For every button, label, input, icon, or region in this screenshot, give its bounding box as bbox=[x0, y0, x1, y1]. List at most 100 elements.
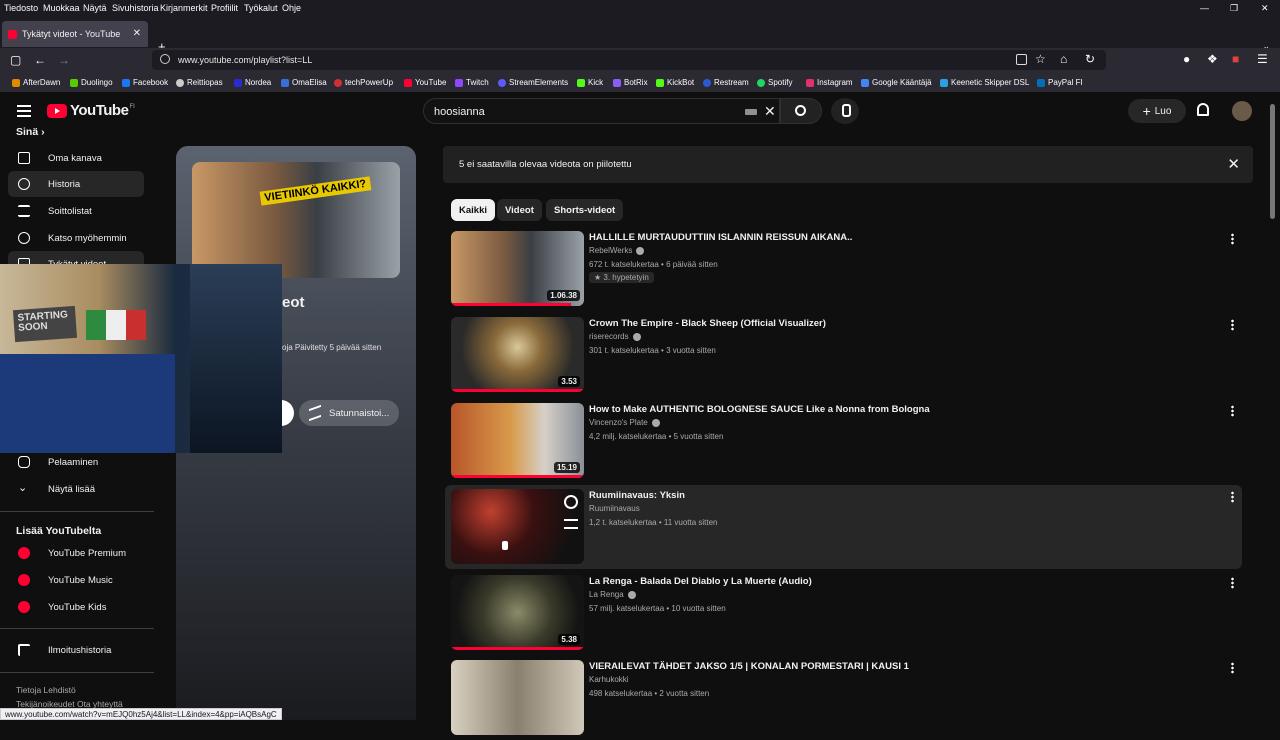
menu-tools[interactable]: Työkalut bbox=[244, 3, 278, 13]
video-row[interactable]: 3.53 Crown The Empire - Black Sheep (Off… bbox=[445, 313, 1242, 397]
back-icon[interactable]: ← bbox=[34, 53, 46, 67]
bookmark-restream[interactable]: Restream bbox=[703, 78, 749, 87]
bookmark-kick[interactable]: Kick bbox=[577, 78, 603, 87]
video-channel[interactable]: RebelWerks bbox=[589, 246, 645, 255]
video-channel[interactable]: Ruumiinavaus bbox=[589, 504, 640, 513]
sidebar-item-show-more[interactable]: ⌄ Näytä lisää bbox=[8, 476, 144, 502]
video-thumbnail[interactable]: 3.53 bbox=[451, 317, 584, 392]
video-row[interactable]: 15.19 How to Make AUTHENTIC BOLOGNESE SA… bbox=[445, 399, 1242, 483]
bookmark-omaelisa[interactable]: OmaElisa bbox=[281, 78, 327, 87]
video-channel[interactable]: Karhukokki bbox=[589, 675, 629, 684]
menu-profiles[interactable]: Profiilit bbox=[211, 3, 238, 13]
reader-view-icon[interactable] bbox=[1016, 54, 1027, 65]
sidebar-toggle-icon[interactable]: ▢ bbox=[10, 53, 21, 67]
more-actions-icon[interactable] bbox=[1231, 662, 1234, 674]
bookmark-star-icon[interactable]: ☆ bbox=[1035, 52, 1046, 66]
bookmark-facebook[interactable]: Facebook bbox=[122, 78, 168, 87]
video-thumbnail[interactable]: 5.38 bbox=[451, 575, 584, 650]
bookmark-twitch[interactable]: Twitch bbox=[455, 78, 489, 87]
search-button[interactable] bbox=[780, 98, 822, 124]
add-to-queue-icon[interactable] bbox=[564, 519, 578, 529]
bookmark-paypal[interactable]: PayPal FI bbox=[1037, 78, 1083, 87]
reload-icon[interactable]: ↻ bbox=[1085, 52, 1095, 66]
account-icon[interactable]: ● bbox=[1183, 52, 1190, 66]
bookmark-kickbot[interactable]: KickBot bbox=[656, 78, 694, 87]
sidebar-item-history[interactable]: Historia bbox=[8, 171, 144, 197]
bookmark-nordea[interactable]: Nordea bbox=[234, 78, 271, 87]
video-row[interactable]: VIERAILEVAT TÄHDET JAKSO 1/5 | KONALAN P… bbox=[445, 656, 1242, 740]
more-actions-icon[interactable] bbox=[1231, 233, 1234, 245]
video-row[interactable]: 1.06.38 HALLILLE MURTAUDUTTIIN ISLANNIN … bbox=[445, 227, 1242, 311]
voice-search-icon[interactable] bbox=[831, 98, 859, 124]
menu-bookmarks[interactable]: Kirjanmerkit bbox=[160, 3, 208, 13]
menu-view[interactable]: Näytä bbox=[83, 3, 107, 13]
hamburger-menu-icon[interactable] bbox=[17, 105, 31, 117]
video-title[interactable]: How to Make AUTHENTIC BOLOGNESE SAUCE Li… bbox=[589, 404, 930, 415]
video-title[interactable]: Ruumiinavaus: Yksin bbox=[589, 490, 685, 501]
chip-all[interactable]: Kaikki bbox=[451, 199, 495, 221]
bookmark-afterdawn[interactable]: AfterDawn bbox=[12, 78, 60, 87]
menu-edit[interactable]: Muokkaa bbox=[43, 3, 80, 13]
video-channel[interactable]: La Renga bbox=[589, 590, 636, 599]
search-box[interactable]: hoosianna ✕ bbox=[423, 98, 780, 124]
notifications-bell-icon[interactable] bbox=[1197, 103, 1209, 116]
playlist-thumbnail[interactable]: VIETIINKÖ KAIKKI? bbox=[192, 162, 400, 278]
video-title[interactable]: VIERAILEVAT TÄHDET JAKSO 1/5 | KONALAN P… bbox=[589, 661, 909, 672]
bookmark-reittiopas[interactable]: Reittiopas bbox=[176, 78, 223, 87]
video-row[interactable]: 5.38 La Renga - Balada Del Diablo y La M… bbox=[445, 571, 1242, 655]
restore-icon[interactable]: ❐ bbox=[1230, 3, 1238, 14]
sidebar-item-own-channel[interactable]: Oma kanava bbox=[8, 145, 144, 171]
menu-history[interactable]: Sivuhistoria bbox=[112, 3, 159, 13]
site-info-icon[interactable] bbox=[160, 54, 170, 64]
bookmark-techpowerup[interactable]: techPowerUp bbox=[334, 78, 393, 87]
video-title[interactable]: HALLILLE MURTAUDUTTIIN ISLANNIN REISSUN … bbox=[589, 232, 852, 243]
youtube-logo[interactable]: YouTube FI bbox=[47, 102, 135, 119]
address-field[interactable]: www.youtube.com/playlist?list=LL bbox=[152, 50, 1106, 70]
forward-icon[interactable]: → bbox=[58, 53, 70, 67]
tab-close-icon[interactable]: ✕ bbox=[133, 28, 141, 39]
bookmark-youtube[interactable]: YouTube bbox=[404, 78, 446, 87]
more-actions-icon[interactable] bbox=[1231, 577, 1234, 589]
video-channel[interactable]: riserecords bbox=[589, 332, 641, 341]
more-actions-icon[interactable] bbox=[1231, 405, 1234, 417]
close-banner-icon[interactable]: ✕ bbox=[1227, 155, 1240, 173]
keyboard-icon[interactable] bbox=[745, 109, 757, 115]
chip-shorts[interactable]: Shorts-videot bbox=[546, 199, 624, 221]
footer-links-1[interactable]: Tietoja Lehdistö bbox=[16, 685, 76, 695]
close-window-icon[interactable]: ✕ bbox=[1261, 3, 1269, 14]
bookmark-keenetic[interactable]: Keenetic Skipper DSL bbox=[940, 78, 1029, 87]
minimize-icon[interactable]: — bbox=[1200, 3, 1209, 13]
page-scrollbar[interactable] bbox=[1270, 104, 1275, 219]
bookmark-spotify[interactable]: Spotify bbox=[757, 78, 792, 87]
video-thumbnail[interactable]: 1.06.38 bbox=[451, 231, 584, 306]
search-input[interactable]: hoosianna bbox=[434, 106, 485, 118]
more-actions-icon[interactable] bbox=[1231, 491, 1234, 503]
video-title[interactable]: La Renga - Balada Del Diablo y La Muerte… bbox=[589, 576, 812, 587]
video-row[interactable]: Ruumiinavaus: Yksin Ruumiinavaus 1,2 t. … bbox=[445, 485, 1242, 569]
bookmark-streamelements[interactable]: StreamElements bbox=[498, 78, 568, 87]
watch-later-icon[interactable] bbox=[564, 495, 578, 509]
bookmark-instagram[interactable]: Instagram bbox=[806, 78, 853, 87]
bookmark-duolingo[interactable]: Duolingo bbox=[70, 78, 113, 87]
tab-active[interactable]: Tykätyt videot - YouTube ✕ bbox=[2, 21, 148, 47]
chip-videos[interactable]: Videot bbox=[497, 199, 542, 221]
extensions-icon[interactable]: ❖ bbox=[1207, 52, 1218, 66]
menu-file[interactable]: Tiedosto bbox=[4, 3, 38, 13]
avatar[interactable] bbox=[1232, 101, 1252, 121]
sidebar-item-youtube-premium[interactable]: YouTube Premium bbox=[8, 540, 144, 566]
sidebar-item-report-history[interactable]: Ilmoitushistoria bbox=[8, 637, 144, 663]
create-button[interactable]: + Luo bbox=[1128, 99, 1186, 123]
home-icon[interactable]: ⌂ bbox=[1060, 52, 1067, 66]
clear-search-icon[interactable]: ✕ bbox=[764, 103, 776, 120]
sidebar-section-you[interactable]: Sinä › bbox=[16, 126, 45, 138]
sidebar-item-playlists[interactable]: Soittolistat bbox=[8, 198, 144, 224]
more-actions-icon[interactable] bbox=[1231, 319, 1234, 331]
bookmark-google-translate[interactable]: Google Kääntäjä bbox=[861, 78, 932, 87]
video-channel[interactable]: Vincenzo's Plate bbox=[589, 418, 660, 427]
video-thumbnail[interactable] bbox=[451, 489, 584, 564]
video-thumbnail[interactable]: 15.19 bbox=[451, 403, 584, 478]
app-menu-icon[interactable]: ☰ bbox=[1257, 52, 1268, 66]
bookmark-botrix[interactable]: BotRix bbox=[613, 78, 648, 87]
sidebar-item-youtube-kids[interactable]: YouTube Kids bbox=[8, 594, 144, 620]
shuffle-button[interactable]: Satunnaistoi... bbox=[299, 400, 399, 426]
